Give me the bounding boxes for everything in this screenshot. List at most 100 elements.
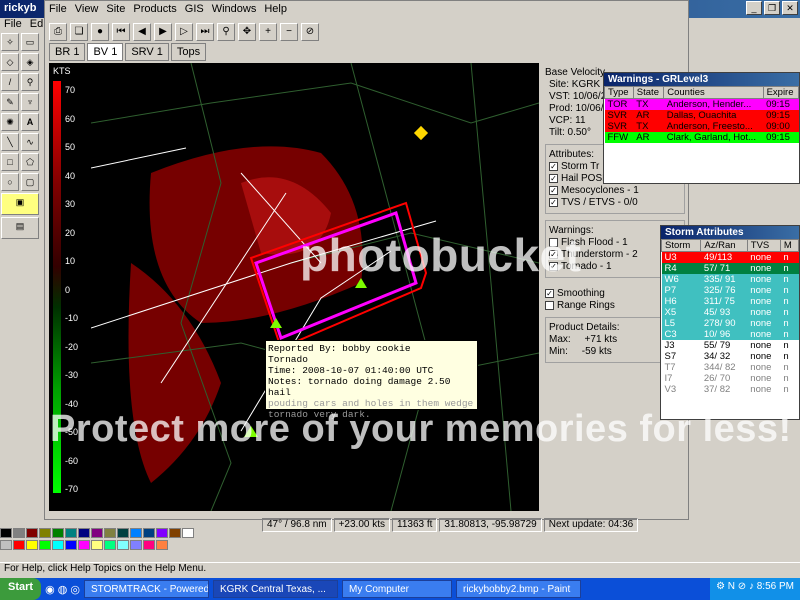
copy-icon[interactable]: ❏ xyxy=(70,23,88,41)
warning-row[interactable]: SVR AR Dallas, Ouachita 09:15 xyxy=(604,110,799,121)
checkbox-icon[interactable]: ✓ xyxy=(545,288,554,298)
palette-swatch[interactable] xyxy=(104,528,116,538)
task-my-computer[interactable]: My Computer xyxy=(341,580,452,598)
magnifier-icon[interactable]: ⚲ xyxy=(21,73,39,91)
print-icon[interactable]: ⎙ xyxy=(49,23,67,41)
palette-swatch[interactable] xyxy=(156,540,168,550)
tray-icons[interactable]: ⚙ N ⊘ ♪ xyxy=(716,581,757,592)
task-stormtrack[interactable]: STORMTRACK - Powered... xyxy=(83,580,209,598)
warning-row[interactable]: TOR TX Anderson, Hender... 09:15 xyxy=(604,98,799,110)
restore-icon[interactable]: ❐ xyxy=(764,1,780,15)
palette-swatch[interactable] xyxy=(26,528,38,538)
start-button[interactable]: Start xyxy=(0,578,42,600)
palette-swatch[interactable] xyxy=(104,540,116,550)
pencil-icon[interactable]: ✎ xyxy=(1,93,19,111)
zoom-icon[interactable]: ⚲ xyxy=(217,23,235,41)
col-m[interactable]: M xyxy=(779,239,800,252)
palette-swatch[interactable] xyxy=(52,528,64,538)
task-kgrk[interactable]: KGRK Central Texas, ... xyxy=(212,580,338,598)
storm-row[interactable]: X5 45/ 93 none n xyxy=(661,307,799,318)
warning-row[interactable]: SVR TX Anderson, Freesto... 09:00 xyxy=(604,121,799,132)
storm-row[interactable]: P7 325/ 76 none n xyxy=(661,285,799,296)
menu-windows[interactable]: Windows xyxy=(212,3,257,19)
checkbox-icon[interactable]: ✓ xyxy=(549,185,558,195)
palette-swatch[interactable] xyxy=(65,540,77,550)
warnings-window[interactable]: Warnings - GRLevel3 Type State Counties … xyxy=(603,72,800,184)
rectangle-icon[interactable]: □ xyxy=(1,153,19,171)
menu-help[interactable]: Help xyxy=(264,3,287,19)
palette-swatch[interactable] xyxy=(91,528,103,538)
storm-row[interactable]: H6 311/ 75 none n xyxy=(661,296,799,307)
rounded-rect-icon[interactable]: ▢ xyxy=(21,173,39,191)
palette-swatch[interactable] xyxy=(26,540,38,550)
checkbox-icon[interactable]: ✓ xyxy=(549,173,558,183)
curve-icon[interactable]: ∿ xyxy=(21,133,39,151)
palette-swatch[interactable] xyxy=(65,528,77,538)
storm-row[interactable]: V3 37/ 82 none n xyxy=(661,384,799,395)
paint-menu-file[interactable]: File xyxy=(4,18,22,30)
menu-gis[interactable]: GIS xyxy=(185,3,204,19)
menu-site[interactable]: Site xyxy=(106,3,125,19)
checkbox-icon[interactable]: ✓ xyxy=(549,197,558,207)
palette-swatch[interactable] xyxy=(130,540,142,550)
text-icon[interactable]: A xyxy=(21,113,39,131)
tab-srv1[interactable]: SRV 1 xyxy=(125,43,169,61)
palette-swatch[interactable] xyxy=(39,528,51,538)
transparent-option-icon[interactable]: ▤ xyxy=(1,217,39,239)
palette-swatch[interactable] xyxy=(52,540,64,550)
checkbox-icon[interactable]: ✓ xyxy=(549,161,558,171)
zoom-in-icon[interactable]: + xyxy=(259,23,277,41)
zoom-reset-icon[interactable]: ⊘ xyxy=(301,23,319,41)
pan-icon[interactable]: ✥ xyxy=(238,23,256,41)
palette-swatch[interactable] xyxy=(0,540,12,550)
close-icon[interactable]: ✕ xyxy=(782,1,798,15)
storm-row[interactable]: C3 10/ 96 none n xyxy=(661,329,799,340)
menu-file[interactable]: File xyxy=(49,3,67,19)
warning-row[interactable]: FFW AR Clark, Garland, Hot... 09:15 xyxy=(604,132,799,143)
zoom-out-icon[interactable]: − xyxy=(280,23,298,41)
play-icon[interactable]: ▶ xyxy=(154,23,172,41)
task-paint[interactable]: rickybobby2.bmp - Paint xyxy=(455,580,581,598)
storm-row[interactable]: T7 344/ 82 none n xyxy=(661,362,799,373)
line-icon[interactable]: ╲ xyxy=(1,133,19,151)
airbrush-icon[interactable]: ✺ xyxy=(1,113,19,131)
tab-tops[interactable]: Tops xyxy=(170,43,207,61)
storm-row[interactable]: W6 335/ 91 none n xyxy=(661,274,799,285)
prev-frame-icon[interactable]: ◀ xyxy=(133,23,151,41)
quicklaunch-icon[interactable]: ◉ ◍ ◎ xyxy=(45,583,80,596)
col-state[interactable]: State xyxy=(632,86,665,99)
polygon-icon[interactable]: ⬠ xyxy=(21,153,39,171)
eraser-icon[interactable]: ◇ xyxy=(1,53,19,71)
tab-br1[interactable]: BR 1 xyxy=(49,43,86,61)
col-type[interactable]: Type xyxy=(604,86,634,99)
col-storm[interactable]: Storm xyxy=(660,239,702,252)
palette-swatch[interactable] xyxy=(143,540,155,550)
attr-meso[interactable]: ✓ Mesocyclones - 1 xyxy=(549,185,681,196)
palette-swatch[interactable] xyxy=(117,540,129,550)
col-tvs[interactable]: TVS xyxy=(746,239,781,252)
palette-swatch[interactable] xyxy=(143,528,155,538)
rect-select-icon[interactable]: ▭ xyxy=(21,33,39,51)
col-expire[interactable]: Expire xyxy=(762,86,800,99)
palette-swatch[interactable] xyxy=(78,528,90,538)
palette-swatch[interactable] xyxy=(182,528,194,538)
palette-swatch[interactable] xyxy=(78,540,90,550)
opaque-option-icon[interactable]: ▣ xyxy=(1,193,39,215)
storm-attributes-window[interactable]: Storm Attributes Storm Az/Ran TVS M U3 49… xyxy=(660,225,800,420)
palette-swatch[interactable] xyxy=(117,528,129,538)
storm-row[interactable]: I7 26/ 70 none n xyxy=(661,373,799,384)
palette-swatch[interactable] xyxy=(91,540,103,550)
brush-icon[interactable]: ♆ xyxy=(21,93,39,111)
storm-row[interactable]: S7 34/ 32 none n xyxy=(661,351,799,362)
palette-swatch[interactable] xyxy=(0,528,12,538)
storm-row[interactable]: R4 57/ 71 none n xyxy=(661,263,799,274)
ellipse-icon[interactable]: ○ xyxy=(1,173,19,191)
checkbox-icon[interactable] xyxy=(545,300,554,310)
menu-view[interactable]: View xyxy=(75,3,99,19)
palette-swatch[interactable] xyxy=(13,540,25,550)
storm-row[interactable]: L5 278/ 90 none n xyxy=(661,318,799,329)
paint-menu-edit[interactable]: Ed xyxy=(30,18,43,30)
hail-marker-icon[interactable] xyxy=(413,125,429,141)
minimize-icon[interactable]: _ xyxy=(746,1,762,15)
first-frame-icon[interactable]: ⏮ xyxy=(112,23,130,41)
